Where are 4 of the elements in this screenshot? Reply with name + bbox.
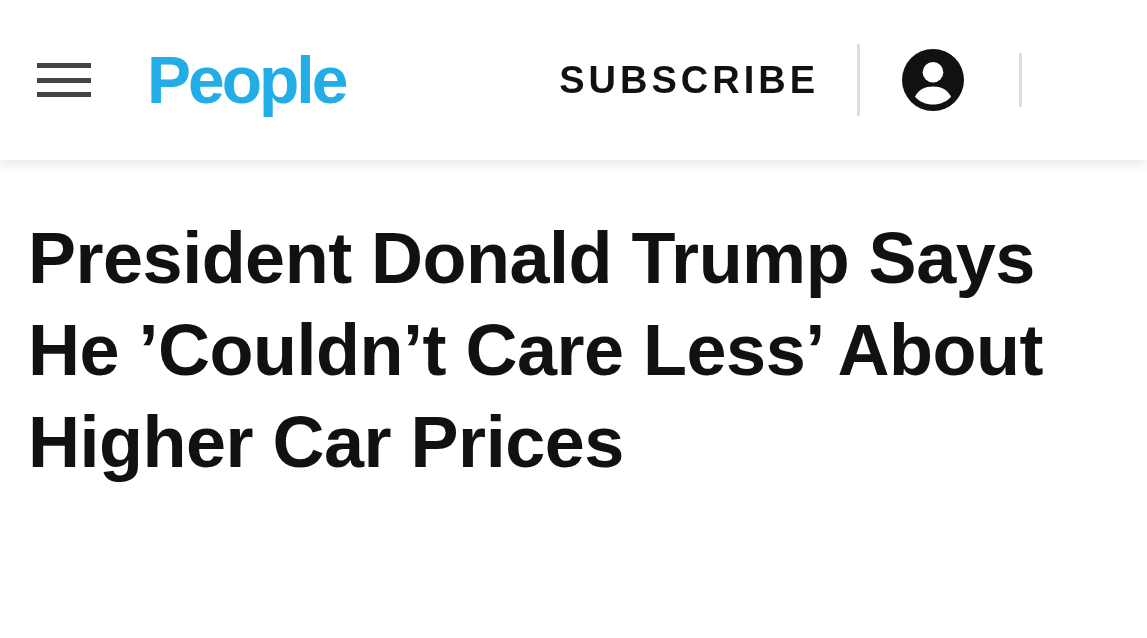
- subscribe-link[interactable]: SUBSCRIBE: [559, 61, 819, 99]
- account-icon[interactable]: [902, 49, 964, 111]
- menu-icon[interactable]: [37, 63, 91, 97]
- article-headline: President Donald Trump Says He ’Couldn’t Care Less’ About Higher Car Prices: [27, 217, 1044, 484]
